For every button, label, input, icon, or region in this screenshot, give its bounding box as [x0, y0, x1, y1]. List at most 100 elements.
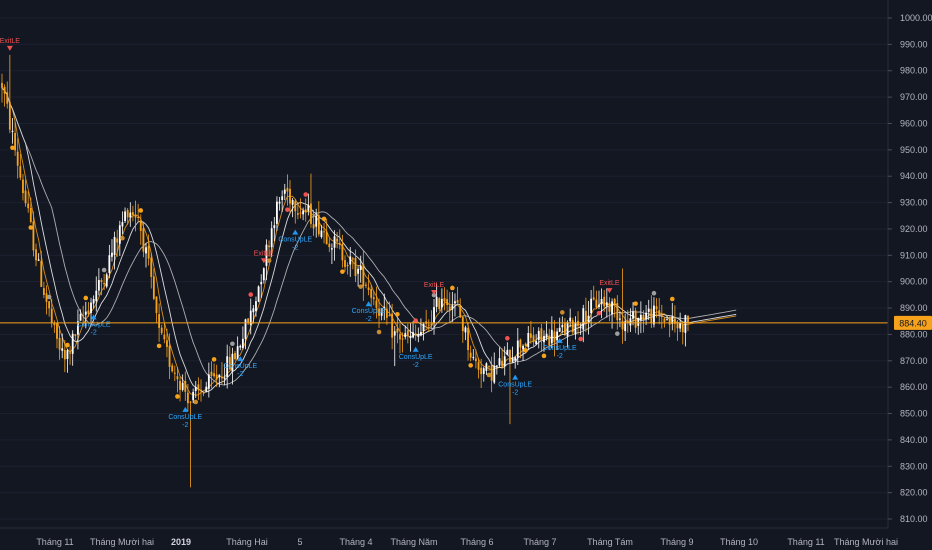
candle[interactable]: [587, 301, 590, 335]
candle[interactable]: [328, 238, 331, 253]
candle[interactable]: [598, 290, 600, 310]
candle[interactable]: [684, 314, 687, 347]
candle[interactable]: [503, 346, 506, 376]
candle[interactable]: [312, 210, 315, 236]
candle[interactable]: [160, 324, 163, 335]
candle[interactable]: [443, 287, 446, 311]
candle[interactable]: [262, 267, 265, 284]
candle[interactable]: [524, 342, 527, 347]
time-axis[interactable]: Tháng 11 Tháng Mười hai 2019 Tháng Hai 5 Thán…: [0, 527, 898, 547]
candle[interactable]: [137, 203, 140, 222]
candle[interactable]: [621, 268, 624, 344]
candle[interactable]: [592, 285, 595, 301]
candle[interactable]: [53, 320, 56, 333]
candle[interactable]: [218, 374, 221, 388]
candle[interactable]: [673, 305, 676, 333]
candle[interactable]: [197, 377, 200, 401]
candle[interactable]: [129, 202, 132, 227]
candle[interactable]: [370, 284, 373, 308]
candle[interactable]: [608, 297, 611, 322]
candle[interactable]: [241, 326, 244, 350]
candle[interactable]: [569, 308, 572, 328]
candle[interactable]: [179, 377, 181, 402]
candle[interactable]: [121, 211, 124, 235]
candle[interactable]: [69, 345, 71, 365]
candle[interactable]: [647, 299, 650, 321]
candle[interactable]: [412, 321, 414, 339]
candle[interactable]: [448, 292, 451, 322]
candle[interactable]: [493, 352, 496, 385]
candle[interactable]: [427, 319, 430, 332]
candle[interactable]: [663, 316, 666, 328]
candle[interactable]: [29, 197, 32, 224]
candle[interactable]: [6, 81, 9, 109]
candle[interactable]: [42, 281, 45, 299]
candle[interactable]: [414, 324, 417, 341]
candle[interactable]: [200, 379, 202, 402]
candle[interactable]: [310, 173, 312, 228]
candle[interactable]: [304, 198, 307, 222]
candle[interactable]: [8, 54, 11, 134]
candle[interactable]: [498, 347, 501, 368]
candle[interactable]: [459, 298, 462, 318]
candle[interactable]: [590, 290, 593, 327]
candle[interactable]: [184, 371, 187, 401]
candle[interactable]: [124, 207, 126, 224]
candle[interactable]: [357, 265, 360, 287]
candle[interactable]: [77, 309, 79, 350]
candle[interactable]: [181, 374, 184, 392]
candle[interactable]: [19, 154, 22, 181]
candle[interactable]: [558, 317, 561, 333]
candle[interactable]: [425, 309, 428, 329]
candle[interactable]: [595, 290, 598, 309]
candle[interactable]: [344, 255, 346, 272]
candle[interactable]: [139, 214, 142, 245]
candle[interactable]: [396, 318, 399, 344]
candle[interactable]: [417, 327, 420, 343]
candle[interactable]: [545, 321, 548, 341]
candle[interactable]: [566, 320, 569, 348]
candle[interactable]: [456, 287, 459, 303]
price-axis[interactable]: 1000.00 990.00 980.00 970.00 960.00 950.00 940…: [887, 0, 932, 528]
candle[interactable]: [40, 251, 43, 288]
candle[interactable]: [365, 282, 367, 289]
candle[interactable]: [150, 253, 153, 289]
candle[interactable]: [611, 298, 613, 329]
candle[interactable]: [239, 344, 242, 351]
candle[interactable]: [634, 307, 637, 334]
candle[interactable]: [323, 222, 325, 244]
candle[interactable]: [105, 272, 108, 289]
candle[interactable]: [671, 302, 674, 331]
candle[interactable]: [173, 365, 176, 382]
candle[interactable]: [616, 295, 619, 330]
candle[interactable]: [131, 205, 134, 222]
candle[interactable]: [11, 117, 14, 144]
candle[interactable]: [639, 301, 642, 334]
candle[interactable]: [207, 362, 210, 398]
candle[interactable]: [286, 174, 289, 206]
candle[interactable]: [446, 289, 449, 313]
candle[interactable]: [438, 297, 441, 312]
candle[interactable]: [511, 346, 514, 363]
candle[interactable]: [257, 285, 260, 303]
candle[interactable]: [406, 323, 409, 344]
candle[interactable]: [506, 342, 509, 356]
candle[interactable]: [409, 322, 412, 352]
candle[interactable]: [247, 318, 250, 326]
candle[interactable]: [283, 183, 286, 201]
candle[interactable]: [56, 322, 58, 349]
candle[interactable]: [529, 320, 532, 344]
candle[interactable]: [362, 251, 365, 301]
candle[interactable]: [461, 315, 464, 343]
candle[interactable]: [574, 316, 577, 340]
candlestick-chart[interactable]: ExitLEConsUpLE-2ConsUpLE-2ConsUpLE-2Exit…: [0, 0, 932, 550]
candle[interactable]: [22, 173, 24, 201]
candle[interactable]: [37, 253, 40, 262]
candle[interactable]: [550, 316, 553, 349]
candle[interactable]: [3, 84, 6, 107]
candle[interactable]: [571, 317, 574, 335]
candle[interactable]: [61, 333, 64, 359]
candle[interactable]: [330, 243, 333, 264]
candle[interactable]: [336, 232, 339, 249]
candle[interactable]: [619, 311, 621, 328]
